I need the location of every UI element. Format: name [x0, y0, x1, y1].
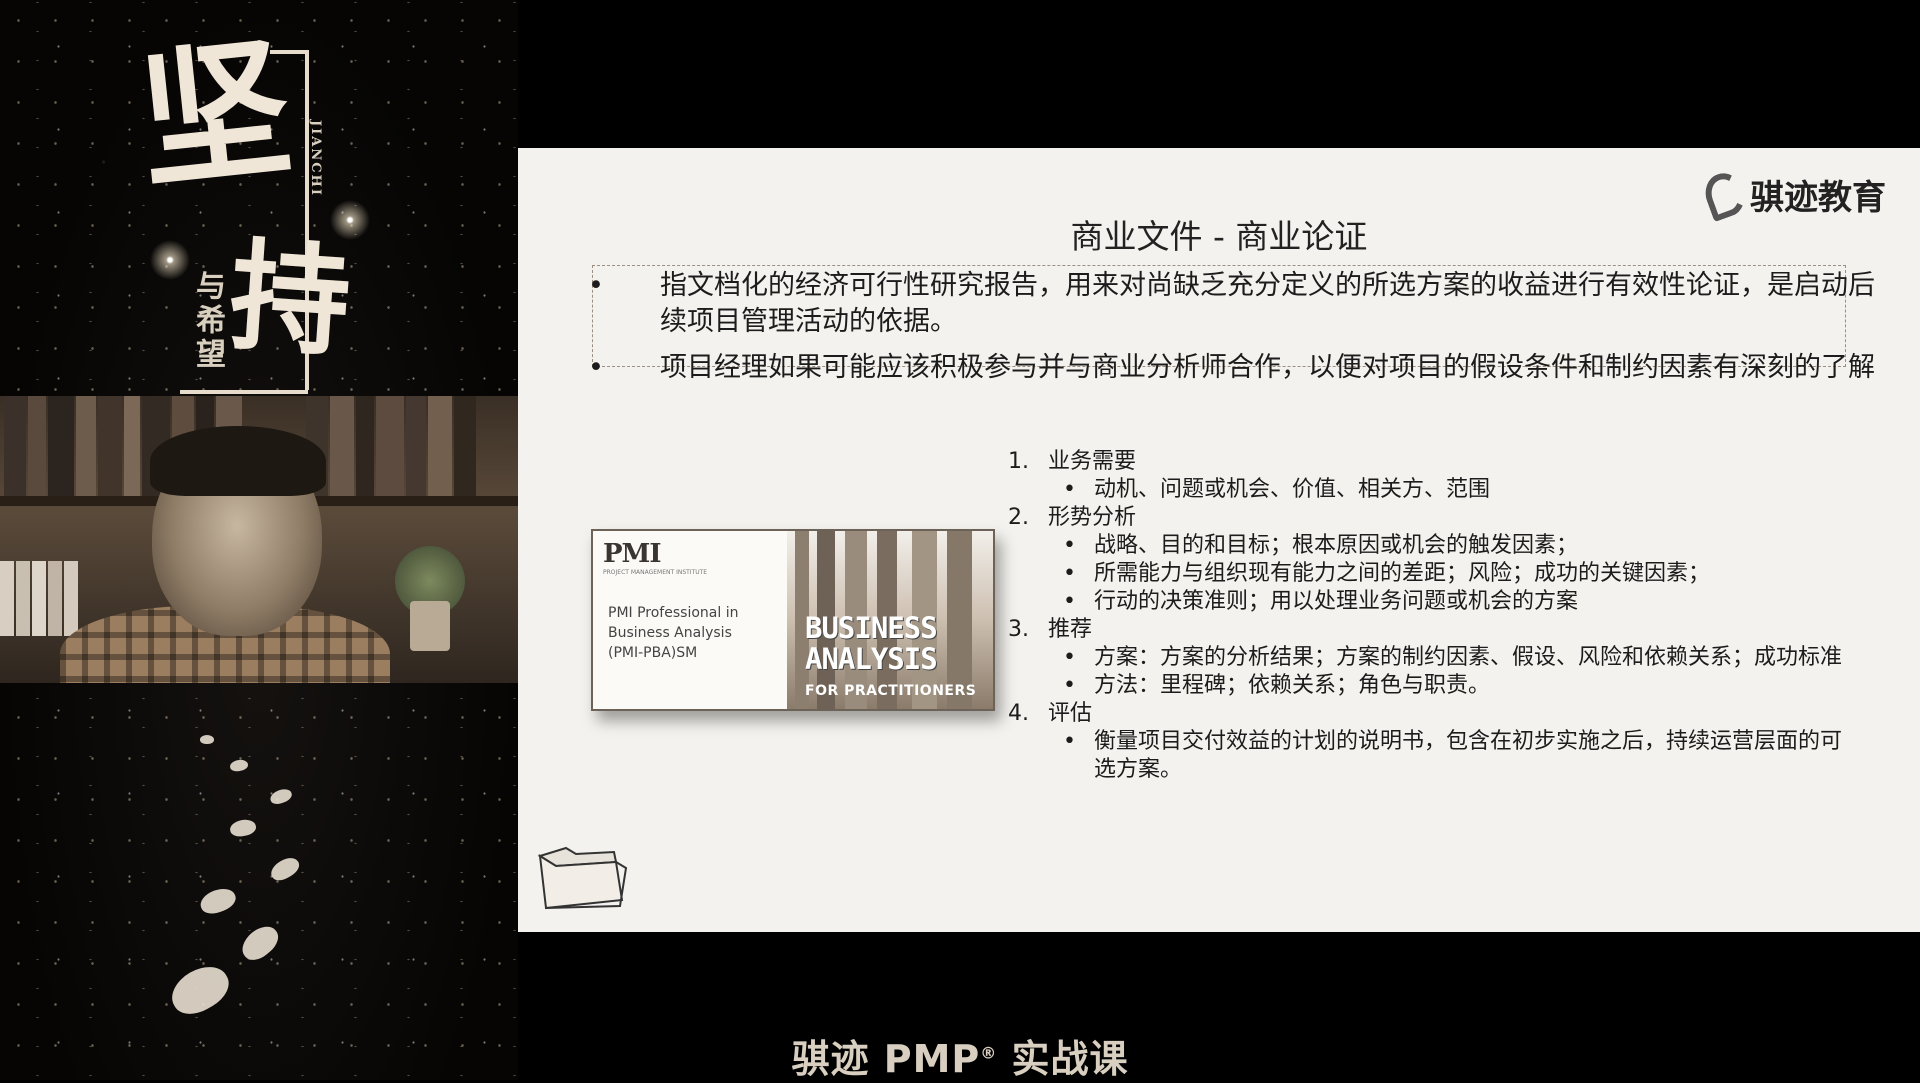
- calligraphy-char-2: 持: [225, 224, 355, 375]
- folder-icon[interactable]: [536, 842, 628, 914]
- presenter-hair: [150, 426, 326, 496]
- section-block: 1. 业务需要 • 动机、问题或机会、价值、相关方、范围: [1008, 448, 1868, 504]
- section-item: • 行动的决策准则；用以处理业务问题或机会的方案: [1008, 588, 1854, 616]
- bullet-dot: •: [588, 352, 604, 383]
- caption-text-before: 骐迹 PMP: [791, 1037, 981, 1081]
- light-flare: [330, 200, 370, 240]
- item-text: 所需能力与组织现有能力之间的差距；风险；成功的关键因素；: [1094, 561, 1711, 586]
- calligraphy-small-text: 与希望: [190, 270, 225, 372]
- section-label: 推荐: [1048, 617, 1093, 642]
- section-number: 3.: [1008, 617, 1029, 642]
- course-caption: 骐迹 PMP® 实战课: [0, 1028, 1920, 1083]
- section-number: 1.: [1008, 449, 1029, 474]
- bullet-dot: •: [588, 270, 604, 301]
- pmi-text-line: PMI Professional in: [608, 605, 739, 621]
- section-label: 业务需要: [1048, 449, 1137, 474]
- calligraphy-char-1: 坚: [131, 19, 299, 211]
- caption-text-after: 实战课: [997, 1037, 1129, 1081]
- section-label: 评估: [1048, 701, 1093, 726]
- section-number: 2.: [1008, 505, 1029, 530]
- book-title: BUSINESS ANALYSIS: [805, 611, 938, 676]
- slide-title: 商业文件 - 商业论证: [1070, 217, 1368, 256]
- pmi-cover-graphic: BUSINESS ANALYSIS FOR PRACTITIONERS: [787, 531, 993, 709]
- pmi-text-line: (PMI-PBA)SM: [608, 645, 698, 661]
- business-case-sections-list: 1. 业务需要 • 动机、问题或机会、价值、相关方、范围 2. 形势分析 • 战略、目的和目标…: [1008, 448, 1868, 784]
- bullet-text: 指文档化的经济可行性研究报告，用来对尚缺乏充分定义的所选方案的收益进行有效性论证…: [660, 270, 1875, 337]
- item-bullet-dot: •: [1063, 533, 1076, 558]
- calligraphy-frame-bottom: [180, 390, 308, 394]
- item-text: 衡量项目交付效益的计划的说明书，包含在初步实施之后，持续运营层面的可选方案。: [1094, 729, 1843, 782]
- item-bullet-dot: •: [1063, 589, 1076, 614]
- pmi-text-line: Business Analysis: [608, 625, 732, 641]
- pmi-institute-name: PROJECT MANAGEMENT INSTITUTE: [603, 569, 708, 576]
- section-number: 4.: [1008, 701, 1029, 726]
- calligraphy-artwork: 坚 持 JIANCHI 与希望: [120, 20, 360, 400]
- item-bullet-dot: •: [1063, 673, 1076, 698]
- item-bullet-dot: •: [1063, 645, 1076, 670]
- calligraphy-pinyin: JIANCHI: [308, 120, 323, 197]
- left-decorative-panel: 坚 持 JIANCHI 与希望: [0, 0, 518, 1080]
- item-text: 动机、问题或机会、价值、相关方、范围: [1094, 477, 1491, 502]
- section-item: • 衡量项目交付效益的计划的说明书，包含在初步实施之后，持续运营层面的可选方案。: [1008, 728, 1854, 784]
- pmi-certification-text: PMI Professional in Business Analysis (P…: [608, 603, 738, 663]
- section-item: • 动机、问题或机会、价值、相关方、范围: [1008, 476, 1854, 504]
- section-heading: 1. 业务需要: [1008, 448, 1868, 476]
- section-block: 2. 形势分析 • 战略、目的和目标；根本原因或机会的触发因素； • 所需能力与组织现有能…: [1008, 504, 1868, 616]
- book-title-line: ANALYSIS: [805, 642, 938, 676]
- item-text: 战略、目的和目标；根本原因或机会的触发因素；: [1094, 533, 1579, 558]
- section-heading: 3. 推荐: [1008, 616, 1868, 644]
- item-text: 方法：里程碑；依赖关系；角色与职责。: [1094, 673, 1491, 698]
- section-item: • 方法：里程碑；依赖关系；角色与职责。: [1008, 672, 1854, 700]
- section-item: • 方案：方案的分析结果；方案的制约因素、假设、风险和依赖关系；成功标准: [1008, 644, 1854, 672]
- section-heading: 2. 形势分析: [1008, 504, 1868, 532]
- pmi-book-cover-image: PMI PROJECT MANAGEMENT INSTITUTE PMI Pro…: [591, 529, 995, 711]
- presentation-slide: 骐迹教育 商业文件 - 商业论证 • 指文档化的经济可行性研究报告，用来对尚缺乏…: [518, 148, 1920, 932]
- item-bullet-dot: •: [1063, 561, 1076, 586]
- book-subtitle: FOR PRACTITIONERS: [805, 683, 977, 699]
- light-flare: [150, 240, 190, 280]
- plant-pot: [410, 601, 450, 651]
- section-label: 形势分析: [1048, 505, 1137, 530]
- section-block: 4. 评估 • 衡量项目交付效益的计划的说明书，包含在初步实施之后，持续运营层面的可选…: [1008, 700, 1868, 784]
- bullet-item: • 项目经理如果可能应该积极参与并与商业分析师合作，以便对项目的假设条件和制约因…: [588, 350, 1878, 386]
- section-heading: 4. 评估: [1008, 700, 1868, 728]
- item-bullet-dot: •: [1063, 477, 1076, 502]
- item-bullet-dot: •: [1063, 729, 1076, 754]
- section-block: 3. 推荐 • 方案：方案的分析结果；方案的制约因素、假设、风险和依赖关系；成功标准 •…: [1008, 616, 1868, 700]
- item-text: 行动的决策准则；用以处理业务问题或机会的方案: [1094, 589, 1579, 614]
- pmi-logo: PMI: [603, 539, 661, 569]
- section-item: • 战略、目的和目标；根本原因或机会的触发因素；: [1008, 532, 1854, 560]
- bullet-item: • 指文档化的经济可行性研究报告，用来对尚缺乏充分定义的所选方案的收益进行有效性…: [588, 268, 1878, 340]
- registered-mark: ®: [980, 1043, 998, 1063]
- item-text: 方案：方案的分析结果；方案的制约因素、假设、风险和依赖关系；成功标准: [1094, 645, 1843, 670]
- footprints-artwork: [140, 720, 400, 1040]
- presenter-webcam-video: [0, 396, 518, 683]
- book-title-line: BUSINESS: [805, 611, 938, 645]
- bullet-text: 项目经理如果可能应该积极参与并与商业分析师合作，以便对项目的假设条件和制约因素有…: [660, 352, 1875, 383]
- section-item: • 所需能力与组织现有能力之间的差距；风险；成功的关键因素；: [1008, 560, 1854, 588]
